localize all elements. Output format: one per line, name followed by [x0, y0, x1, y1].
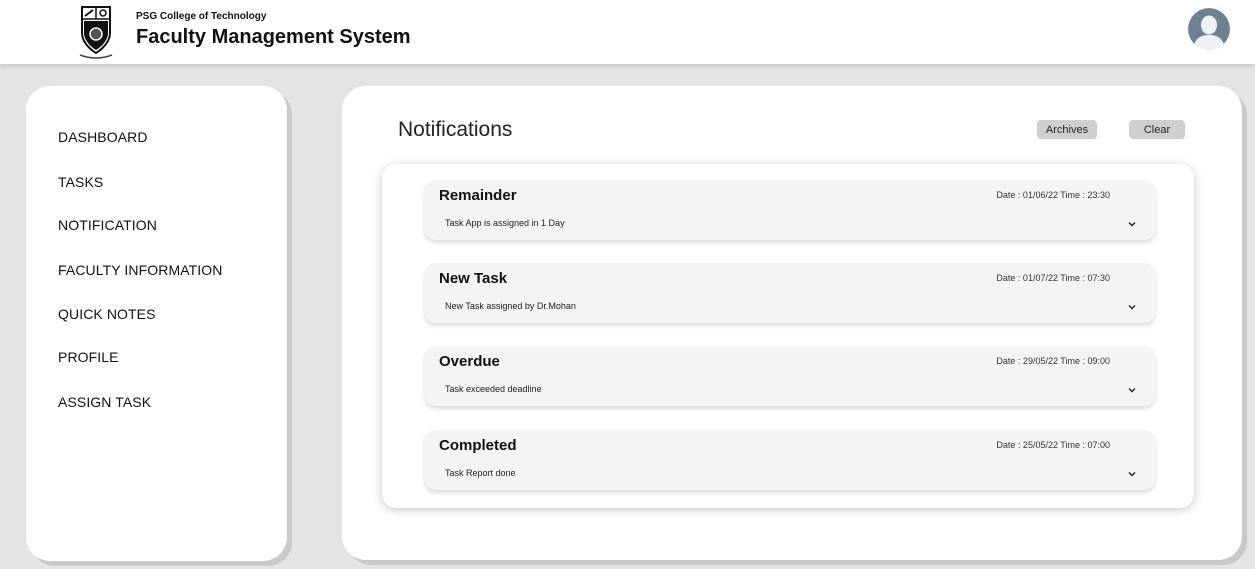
college-name: PSG College of Technology — [136, 11, 267, 22]
notification-title: Completed — [439, 437, 517, 454]
sidebar-item-profile[interactable]: PROFILE — [58, 349, 119, 365]
chevron-down-icon[interactable] — [1125, 466, 1139, 480]
notification-card-new-task[interactable]: New Task Date : 01/07/22 Time : 07:30 Ne… — [424, 263, 1156, 323]
sidebar-item-assign-task[interactable]: ASSIGN TASK — [58, 394, 151, 410]
notification-card-overdue[interactable]: Overdue Date : 29/05/22 Time : 09:00 Tas… — [424, 346, 1156, 406]
sidebar-item-tasks[interactable]: TASKS — [58, 174, 103, 190]
chevron-down-icon[interactable] — [1125, 299, 1139, 313]
page-title: Notifications — [398, 118, 513, 141]
chevron-down-icon[interactable] — [1125, 382, 1139, 396]
sidebar-item-quick-notes[interactable]: QUICK NOTES — [58, 306, 156, 322]
notification-title: Overdue — [439, 353, 500, 370]
notification-description: Task App is assigned in 1 Day — [445, 218, 565, 228]
notification-description: Task Report done — [445, 468, 516, 478]
notification-title: New Task — [439, 270, 508, 287]
clear-button[interactable]: Clear — [1129, 120, 1185, 139]
app-title: Faculty Management System — [136, 26, 411, 48]
sidebar-item-notification[interactable]: NOTIFICATION — [58, 217, 157, 233]
chevron-down-icon[interactable] — [1125, 216, 1139, 230]
notification-card-remainder[interactable]: Remainder Date : 01/06/22 Time : 23:30 T… — [424, 180, 1156, 240]
notification-datetime: Date : 01/06/22 Time : 23:30 — [996, 190, 1110, 200]
top-header: PSG College of Technology Faculty Manage… — [0, 0, 1255, 64]
main-content: Notifications Archives Clear Remainder D… — [342, 86, 1242, 560]
notification-datetime: Date : 29/05/22 Time : 09:00 — [996, 356, 1110, 366]
user-avatar-icon[interactable] — [1188, 8, 1230, 50]
notification-description: New Task assigned by Dr.Mohan — [445, 301, 576, 311]
notification-title: Remainder — [439, 187, 517, 204]
sidebar: DASHBOARD TASKS NOTIFICATION FACULTY INF… — [26, 86, 287, 561]
notifications-panel: Remainder Date : 01/06/22 Time : 23:30 T… — [382, 164, 1194, 508]
sidebar-item-faculty-information[interactable]: FACULTY INFORMATION — [58, 262, 222, 278]
notification-description: Task exceeded deadline — [445, 384, 542, 394]
college-crest-icon[interactable] — [76, 3, 116, 61]
notification-datetime: Date : 01/07/22 Time : 07:30 — [996, 273, 1110, 283]
notification-card-completed[interactable]: Completed Date : 25/05/22 Time : 07:00 T… — [424, 430, 1156, 490]
notification-datetime: Date : 25/05/22 Time : 07:00 — [996, 440, 1110, 450]
sidebar-item-dashboard[interactable]: DASHBOARD — [58, 129, 148, 145]
archives-button[interactable]: Archives — [1037, 120, 1097, 139]
